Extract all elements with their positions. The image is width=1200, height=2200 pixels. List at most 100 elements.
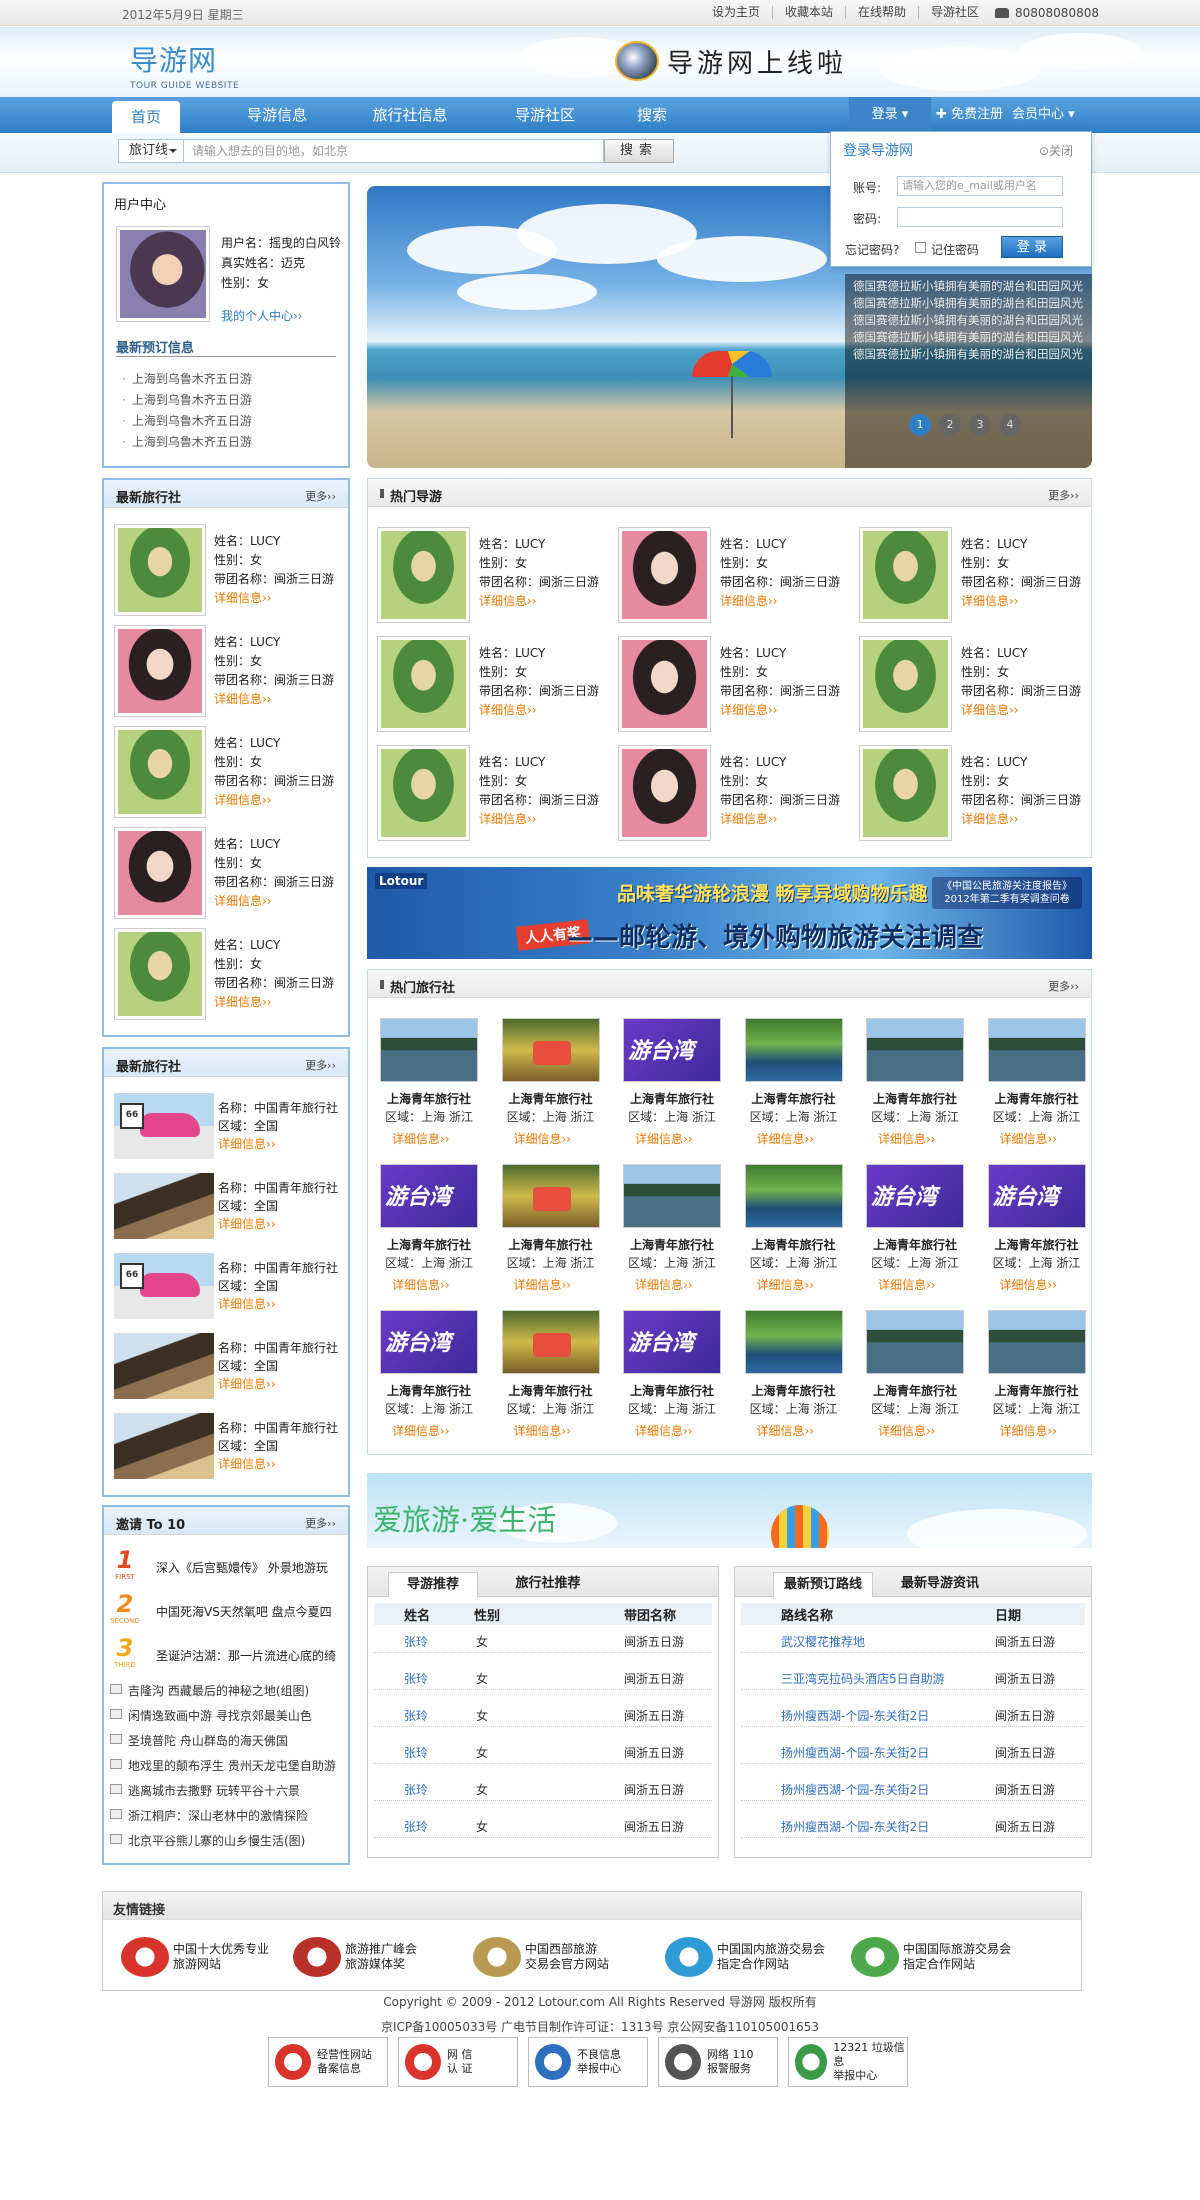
nav-search[interactable]: 搜索: [622, 97, 682, 133]
tab-guide-news[interactable]: 最新导游资讯: [885, 1572, 995, 1597]
list-item[interactable]: 上海到乌鲁木齐五日游: [122, 433, 252, 450]
love-travel-banner[interactable]: 爱旅游·爱生活: [367, 1473, 1092, 1548]
route-name-cell[interactable]: 武汉樱花推荐地: [781, 1633, 865, 1650]
partner-link[interactable]: 中国国内旅游交易会 指定合作网站: [665, 1934, 825, 1980]
table-row[interactable]: 张玲 女 闽浙五日游: [374, 1703, 712, 1727]
table-row[interactable]: 扬州瘦西湖-个园-东关街2日 闽浙五日游: [741, 1703, 1085, 1727]
banner-page-3[interactable]: 3: [969, 414, 991, 436]
close-button[interactable]: ⊙关闭: [1039, 142, 1073, 159]
agency-card[interactable]: 上海青年旅行社区域：上海 浙江详细信息››: [982, 1164, 1092, 1300]
table-row[interactable]: 张玲 女 闽浙五日游: [374, 1740, 712, 1764]
online-help-link[interactable]: 在线帮助: [845, 6, 918, 19]
more-link[interactable]: 更多››: [1048, 978, 1079, 994]
detail-link[interactable]: 详细信息››: [514, 1130, 572, 1147]
guide-card[interactable]: 姓名：LUCY 性别：女 带团名称：闽浙三日游 详细信息››: [377, 527, 607, 627]
cert-badge[interactable]: 不良信息 举报中心: [528, 2037, 648, 2087]
agency-card[interactable]: 上海青年旅行社区域：上海 浙江详细信息››: [617, 1310, 727, 1446]
list-item[interactable]: 上海到乌鲁木齐五日游: [122, 412, 252, 429]
detail-link[interactable]: 详细信息››: [635, 1276, 693, 1293]
detail-link[interactable]: 详细信息››: [1000, 1422, 1058, 1439]
account-input[interactable]: 请输入您的e_mail或用户名: [897, 176, 1063, 196]
detail-link[interactable]: 详细信息››: [479, 592, 599, 611]
detail-link[interactable]: 详细信息››: [392, 1422, 450, 1439]
more-link[interactable]: 更多››: [1048, 487, 1079, 503]
detail-link[interactable]: 详细信息››: [214, 892, 334, 911]
more-link[interactable]: 更多››: [305, 1515, 336, 1531]
member-center-dropdown[interactable]: 会员中心 ▾: [1012, 97, 1075, 133]
search-type-select[interactable]: 旅订线: [118, 139, 184, 163]
top-item[interactable]: 3 THIRD 圣诞泸沽湖：那一片流进心底的绮: [110, 1635, 342, 1675]
banner-page-4[interactable]: 4: [999, 414, 1021, 436]
detail-link[interactable]: 详细信息››: [720, 592, 840, 611]
agency-card[interactable]: 名称：中国青年旅行社区域：全国详细信息››: [114, 1413, 346, 1487]
agency-card[interactable]: 上海青年旅行社区域：上海 浙江详细信息››: [496, 1018, 606, 1154]
detail-link[interactable]: 详细信息››: [878, 1276, 936, 1293]
banner-page-2[interactable]: 2: [939, 414, 961, 436]
detail-link[interactable]: 详细信息››: [214, 791, 334, 810]
detail-link[interactable]: 详细信息››: [757, 1422, 815, 1439]
guide-card[interactable]: 姓名：LUCY 性别：女 带团名称：闽浙三日游 详细信息››: [618, 636, 848, 736]
guide-community-link[interactable]: 导游社区: [918, 6, 991, 19]
promo-ad-banner[interactable]: Lotour 品味奢华游轮浪漫 畅享异域购物乐趣 人人有奖 ——邮轮游、境外购物…: [367, 867, 1092, 959]
agency-card[interactable]: 上海青年旅行社区域：上海 浙江详细信息››: [374, 1018, 484, 1154]
detail-link[interactable]: 详细信息››: [961, 701, 1081, 720]
agency-card[interactable]: 上海青年旅行社区域：上海 浙江详细信息››: [374, 1310, 484, 1446]
detail-link[interactable]: 详细信息››: [479, 701, 599, 720]
partner-link[interactable]: 中国十大优秀专业 旅游网站: [121, 1934, 269, 1980]
guide-card[interactable]: 姓名：LUCY 性别：女 带团名称：闽浙三日游 详细信息››: [377, 745, 607, 845]
agency-card[interactable]: 上海青年旅行社区域：上海 浙江详细信息››: [860, 1310, 970, 1446]
cert-badge[interactable]: 12321 垃圾信息 举报中心: [788, 2037, 908, 2087]
tab-agency-recommend[interactable]: 旅行社推荐: [498, 1572, 598, 1597]
top-item[interactable]: 1 FIRST 深入《后宫甄嬛传》 外景地游玩: [110, 1547, 342, 1587]
tab-guide-recommend[interactable]: 导游推荐: [388, 1572, 478, 1597]
password-input[interactable]: [897, 207, 1063, 227]
agency-card[interactable]: 上海青年旅行社区域：上海 浙江详细信息››: [860, 1164, 970, 1300]
my-center-link[interactable]: 我的个人中心››: [221, 307, 303, 324]
guide-card[interactable]: 姓名：LUCY 性别：女 带团名称：闽浙三日游 详细信息››: [618, 745, 848, 845]
detail-link[interactable]: 详细信息››: [878, 1422, 936, 1439]
detail-link[interactable]: 详细信息››: [218, 1135, 338, 1153]
list-item[interactable]: 地戏里的颠布浮生 贵州天龙屯堡自助游: [110, 1756, 342, 1776]
guide-name-cell[interactable]: 张玲: [404, 1707, 428, 1724]
partner-link[interactable]: 旅游推广峰会 旅游媒体奖: [293, 1934, 417, 1980]
nav-community[interactable]: 导游社区: [500, 97, 590, 133]
detail-link[interactable]: 详细信息››: [1000, 1276, 1058, 1293]
agency-card[interactable]: 上海青年旅行社区域：上海 浙江详细信息››: [739, 1018, 849, 1154]
detail-link[interactable]: 详细信息››: [514, 1276, 572, 1293]
more-link[interactable]: 更多››: [305, 1057, 336, 1073]
nav-home[interactable]: 首页: [112, 101, 180, 133]
agency-card[interactable]: 上海青年旅行社区域：上海 浙江详细信息››: [739, 1310, 849, 1446]
detail-link[interactable]: 详细信息››: [635, 1422, 693, 1439]
guide-card[interactable]: 姓名：LUCY 性别：女 带团名称：闽浙三日游 详细信息››: [114, 524, 334, 620]
detail-link[interactable]: 详细信息››: [757, 1276, 815, 1293]
route-name-cell[interactable]: 三亚湾克拉码头酒店5日自助游: [781, 1670, 945, 1687]
detail-link[interactable]: 详细信息››: [218, 1375, 338, 1393]
guide-name-cell[interactable]: 张玲: [404, 1744, 428, 1761]
agency-card[interactable]: 名称：中国青年旅行社区域：全国详细信息››: [114, 1253, 346, 1327]
agency-card[interactable]: 名称：中国青年旅行社区域：全国详细信息››: [114, 1093, 346, 1167]
detail-link[interactable]: 详细信息››: [514, 1422, 572, 1439]
list-item[interactable]: 上海到乌鲁木齐五日游: [122, 370, 252, 387]
login-dropdown[interactable]: 登录 ▾: [849, 97, 931, 133]
route-name-cell[interactable]: 扬州瘦西湖-个园-东关街2日: [781, 1818, 929, 1835]
agency-card[interactable]: 名称：中国青年旅行社区域：全国详细信息››: [114, 1333, 346, 1407]
table-row[interactable]: 张玲 女 闽浙五日游: [374, 1666, 712, 1690]
detail-link[interactable]: 详细信息››: [392, 1130, 450, 1147]
forgot-password-link[interactable]: 忘记密码?: [845, 241, 899, 258]
table-row[interactable]: 武汉樱花推荐地 闽浙五日游: [741, 1629, 1085, 1653]
detail-link[interactable]: 详细信息››: [961, 810, 1081, 829]
guide-name-cell[interactable]: 张玲: [404, 1670, 428, 1687]
bookmark-link[interactable]: 收藏本站: [772, 6, 845, 19]
detail-link[interactable]: 详细信息››: [1000, 1130, 1058, 1147]
route-name-cell[interactable]: 扬州瘦西湖-个园-东关街2日: [781, 1707, 929, 1724]
table-row[interactable]: 扬州瘦西湖-个园-东关街2日 闽浙五日游: [741, 1740, 1085, 1764]
detail-link[interactable]: 详细信息››: [218, 1215, 338, 1233]
agency-card[interactable]: 上海青年旅行社区域：上海 浙江详细信息››: [982, 1310, 1092, 1446]
tab-latest-routes[interactable]: 最新预订路线: [773, 1572, 873, 1597]
agency-card[interactable]: 上海青年旅行社区域：上海 浙江详细信息››: [496, 1310, 606, 1446]
guide-card[interactable]: 姓名：LUCY 性别：女 带团名称：闽浙三日游 详细信息››: [859, 527, 1089, 627]
banner-page-1[interactable]: 1: [909, 414, 931, 436]
site-logo[interactable]: 导游网 TOUR GUIDE WEBSITE: [130, 39, 239, 91]
agency-card[interactable]: 上海青年旅行社区域：上海 浙江详细信息››: [617, 1018, 727, 1154]
register-link[interactable]: ✚ 免费注册: [936, 97, 1003, 133]
